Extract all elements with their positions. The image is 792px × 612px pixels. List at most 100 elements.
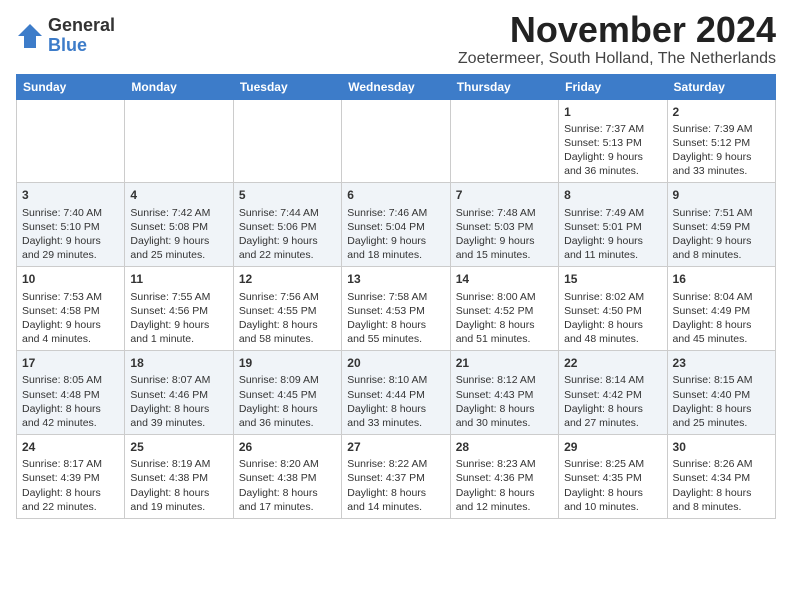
calendar-cell: 1Sunrise: 7:37 AMSunset: 5:13 PMDaylight… (559, 99, 667, 183)
calendar-cell: 14Sunrise: 8:00 AMSunset: 4:52 PMDayligh… (450, 267, 558, 351)
sunset-text: Sunset: 5:04 PM (347, 221, 425, 233)
day-number: 7 (456, 187, 553, 203)
calendar-cell: 25Sunrise: 8:19 AMSunset: 4:38 PMDayligh… (125, 435, 233, 519)
day-number: 5 (239, 187, 336, 203)
sunset-text: Sunset: 5:08 PM (130, 221, 208, 233)
weekday-header-friday: Friday (559, 74, 667, 99)
day-number: 28 (456, 439, 553, 455)
daylight-text: Daylight: 9 hours and 15 minutes. (456, 235, 535, 261)
calendar-week-5: 24Sunrise: 8:17 AMSunset: 4:39 PMDayligh… (17, 435, 776, 519)
daylight-text: Daylight: 8 hours and 48 minutes. (564, 319, 643, 345)
daylight-text: Daylight: 9 hours and 8 minutes. (673, 235, 752, 261)
daylight-text: Daylight: 9 hours and 29 minutes. (22, 235, 101, 261)
sunrise-text: Sunrise: 8:04 AM (673, 291, 753, 303)
day-number: 21 (456, 355, 553, 371)
logo-icon (16, 22, 44, 50)
day-number: 29 (564, 439, 661, 455)
daylight-text: Daylight: 9 hours and 33 minutes. (673, 151, 752, 177)
sunset-text: Sunset: 4:52 PM (456, 305, 534, 317)
day-number: 24 (22, 439, 119, 455)
daylight-text: Daylight: 8 hours and 27 minutes. (564, 403, 643, 429)
sunrise-text: Sunrise: 7:40 AM (22, 207, 102, 219)
calendar-cell (125, 99, 233, 183)
day-number: 3 (22, 187, 119, 203)
sunrise-text: Sunrise: 7:46 AM (347, 207, 427, 219)
calendar-cell (342, 99, 450, 183)
calendar-cell: 12Sunrise: 7:56 AMSunset: 4:55 PMDayligh… (233, 267, 341, 351)
day-number: 30 (673, 439, 770, 455)
sunset-text: Sunset: 5:12 PM (673, 137, 751, 149)
sunset-text: Sunset: 5:06 PM (239, 221, 317, 233)
sunset-text: Sunset: 5:03 PM (456, 221, 534, 233)
calendar-cell: 17Sunrise: 8:05 AMSunset: 4:48 PMDayligh… (17, 351, 125, 435)
sunrise-text: Sunrise: 8:05 AM (22, 374, 102, 386)
sunset-text: Sunset: 4:37 PM (347, 472, 425, 484)
sunrise-text: Sunrise: 8:15 AM (673, 374, 753, 386)
daylight-text: Daylight: 9 hours and 25 minutes. (130, 235, 209, 261)
day-number: 22 (564, 355, 661, 371)
day-number: 23 (673, 355, 770, 371)
calendar-cell: 23Sunrise: 8:15 AMSunset: 4:40 PMDayligh… (667, 351, 775, 435)
calendar-cell: 20Sunrise: 8:10 AMSunset: 4:44 PMDayligh… (342, 351, 450, 435)
day-number: 10 (22, 271, 119, 287)
calendar-cell: 18Sunrise: 8:07 AMSunset: 4:46 PMDayligh… (125, 351, 233, 435)
daylight-text: Daylight: 8 hours and 14 minutes. (347, 487, 426, 513)
day-number: 14 (456, 271, 553, 287)
logo-blue: Blue (48, 36, 115, 56)
calendar-cell: 30Sunrise: 8:26 AMSunset: 4:34 PMDayligh… (667, 435, 775, 519)
sunrise-text: Sunrise: 8:26 AM (673, 458, 753, 470)
daylight-text: Daylight: 9 hours and 11 minutes. (564, 235, 643, 261)
sunrise-text: Sunrise: 8:23 AM (456, 458, 536, 470)
calendar-cell: 19Sunrise: 8:09 AMSunset: 4:45 PMDayligh… (233, 351, 341, 435)
sunrise-text: Sunrise: 8:10 AM (347, 374, 427, 386)
day-number: 2 (673, 104, 770, 120)
sunrise-text: Sunrise: 7:58 AM (347, 291, 427, 303)
sunrise-text: Sunrise: 8:19 AM (130, 458, 210, 470)
daylight-text: Daylight: 8 hours and 30 minutes. (456, 403, 535, 429)
daylight-text: Daylight: 8 hours and 55 minutes. (347, 319, 426, 345)
daylight-text: Daylight: 9 hours and 4 minutes. (22, 319, 101, 345)
sunset-text: Sunset: 4:48 PM (22, 389, 100, 401)
calendar-cell (17, 99, 125, 183)
daylight-text: Daylight: 9 hours and 1 minute. (130, 319, 209, 345)
calendar-cell: 10Sunrise: 7:53 AMSunset: 4:58 PMDayligh… (17, 267, 125, 351)
calendar-week-3: 10Sunrise: 7:53 AMSunset: 4:58 PMDayligh… (17, 267, 776, 351)
calendar-cell: 9Sunrise: 7:51 AMSunset: 4:59 PMDaylight… (667, 183, 775, 267)
weekday-header-thursday: Thursday (450, 74, 558, 99)
day-number: 9 (673, 187, 770, 203)
daylight-text: Daylight: 8 hours and 42 minutes. (22, 403, 101, 429)
daylight-text: Daylight: 9 hours and 18 minutes. (347, 235, 426, 261)
weekday-header-monday: Monday (125, 74, 233, 99)
calendar-cell: 15Sunrise: 8:02 AMSunset: 4:50 PMDayligh… (559, 267, 667, 351)
sunset-text: Sunset: 4:50 PM (564, 305, 642, 317)
sunset-text: Sunset: 4:35 PM (564, 472, 642, 484)
day-number: 4 (130, 187, 227, 203)
sunset-text: Sunset: 4:49 PM (673, 305, 751, 317)
calendar-cell: 26Sunrise: 8:20 AMSunset: 4:38 PMDayligh… (233, 435, 341, 519)
daylight-text: Daylight: 9 hours and 36 minutes. (564, 151, 643, 177)
daylight-text: Daylight: 8 hours and 58 minutes. (239, 319, 318, 345)
weekday-header-wednesday: Wednesday (342, 74, 450, 99)
calendar-table: SundayMondayTuesdayWednesdayThursdayFrid… (16, 74, 776, 519)
day-number: 12 (239, 271, 336, 287)
daylight-text: Daylight: 8 hours and 36 minutes. (239, 403, 318, 429)
sunrise-text: Sunrise: 7:42 AM (130, 207, 210, 219)
weekday-header-sunday: Sunday (17, 74, 125, 99)
sunset-text: Sunset: 4:43 PM (456, 389, 534, 401)
sunset-text: Sunset: 4:55 PM (239, 305, 317, 317)
day-number: 16 (673, 271, 770, 287)
daylight-text: Daylight: 8 hours and 8 minutes. (673, 487, 752, 513)
sunrise-text: Sunrise: 8:14 AM (564, 374, 644, 386)
sunrise-text: Sunrise: 8:17 AM (22, 458, 102, 470)
sunset-text: Sunset: 5:01 PM (564, 221, 642, 233)
logo-text: General Blue (48, 16, 115, 56)
sunrise-text: Sunrise: 7:48 AM (456, 207, 536, 219)
weekday-header-row: SundayMondayTuesdayWednesdayThursdayFrid… (17, 74, 776, 99)
sunrise-text: Sunrise: 8:22 AM (347, 458, 427, 470)
sunrise-text: Sunrise: 7:37 AM (564, 123, 644, 135)
calendar-cell: 6Sunrise: 7:46 AMSunset: 5:04 PMDaylight… (342, 183, 450, 267)
sunrise-text: Sunrise: 8:00 AM (456, 291, 536, 303)
month-title: November 2024 (458, 10, 776, 50)
day-number: 19 (239, 355, 336, 371)
calendar-cell (233, 99, 341, 183)
